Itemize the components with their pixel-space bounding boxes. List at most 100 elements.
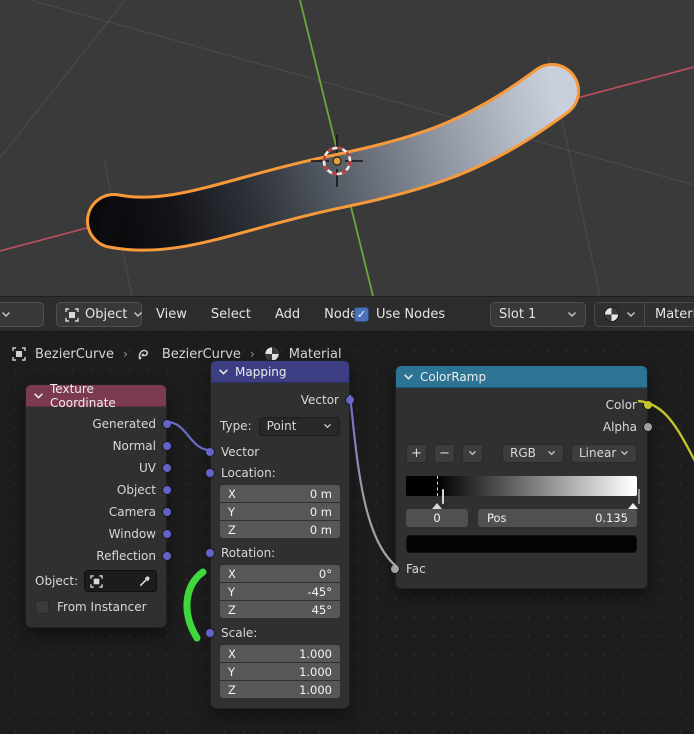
output-uv: UV <box>26 457 172 479</box>
output-window: Window <box>26 523 172 545</box>
editor-type-dropdown[interactable] <box>0 302 44 327</box>
output-color: Color <box>396 394 653 416</box>
location-z[interactable]: Z0 m <box>220 521 340 538</box>
rotation-y[interactable]: Y -45° <box>220 583 340 600</box>
socket-normal[interactable] <box>162 441 172 451</box>
socket-generated[interactable] <box>162 419 172 429</box>
use-nodes-checkbox[interactable]: ✓ <box>354 307 369 322</box>
socket-color-out[interactable] <box>643 400 653 410</box>
breadcrumb-object: BezierCurve <box>35 346 115 362</box>
socket-camera[interactable] <box>162 507 172 517</box>
ramp-options-dropdown[interactable] <box>462 443 483 463</box>
blender-window: Object View Select Add Node ✓ Use Nodes … <box>0 0 694 734</box>
use-nodes-label: Use Nodes <box>376 307 446 322</box>
node-mapping[interactable]: Mapping Vector Type: Point Vector Locati… <box>205 360 355 709</box>
floor-grid <box>0 0 694 296</box>
chevron-down-icon <box>323 423 332 429</box>
socket-reflection[interactable] <box>162 551 172 561</box>
bezier-tube-object[interactable] <box>86 63 580 252</box>
output-reflection: Reflection <box>26 545 172 567</box>
object-mode-label: Object <box>85 307 128 322</box>
add-stop-button[interactable]: + <box>406 443 427 463</box>
object-icon <box>12 347 26 361</box>
chevron-down-icon[interactable] <box>218 368 229 376</box>
socket-uv[interactable] <box>162 463 172 473</box>
eyedropper-icon[interactable] <box>138 575 151 588</box>
ramp-stop-white[interactable] <box>628 489 641 509</box>
remove-stop-button[interactable]: − <box>434 443 455 463</box>
input-location: Location: <box>205 463 349 483</box>
slot-label: Slot 1 <box>499 307 537 322</box>
viewport-3d[interactable] <box>0 0 694 296</box>
socket-object[interactable] <box>162 485 172 495</box>
rotation-z[interactable]: Z 45° <box>220 601 340 618</box>
socket-vector-out[interactable] <box>345 395 355 405</box>
socket-fac-in[interactable] <box>390 564 400 574</box>
menu-view[interactable]: View <box>152 302 191 327</box>
chevron-down-icon <box>620 450 629 456</box>
node-texture-coordinate[interactable]: Texture Coordinate Generated Normal UV O… <box>25 381 172 628</box>
socket-alpha-out[interactable] <box>643 422 653 432</box>
output-object: Object <box>26 479 172 501</box>
socket-rotation[interactable] <box>205 548 215 558</box>
scale-z[interactable]: Z 1.000 <box>220 681 340 698</box>
input-vector: Vector <box>205 441 349 463</box>
output-alpha: Alpha <box>396 416 653 438</box>
position-slider[interactable]: Pos 0.135 <box>478 509 637 527</box>
menu-select[interactable]: Select <box>207 302 255 327</box>
location-x[interactable]: X0 m <box>220 485 340 502</box>
chevron-down-icon[interactable] <box>33 392 44 400</box>
link-generated-to-vector <box>166 420 211 452</box>
output-camera: Camera <box>26 501 172 523</box>
ramp-stop-black[interactable] <box>431 489 444 509</box>
chevron-down-icon <box>547 450 556 456</box>
active-index-field[interactable]: 0 <box>406 509 468 527</box>
output-generated: Generated <box>26 413 172 435</box>
node-title: Texture Coordinate <box>50 381 116 410</box>
input-scale: Scale: <box>205 623 349 643</box>
material-name-field[interactable]: Material <box>645 302 694 327</box>
color-mode-value: RGB <box>510 446 536 460</box>
breadcrumb-separator: › <box>249 347 255 361</box>
scale-values: X 1.000 Y 1.000 Z 1.000 <box>220 645 340 698</box>
annotation-stroke-green <box>183 568 207 642</box>
location-y[interactable]: Y0 m <box>220 503 340 520</box>
node-header-colorramp[interactable]: ColorRamp <box>396 366 647 388</box>
pos-value: 0.135 <box>595 511 628 525</box>
scale-y[interactable]: Y 1.000 <box>220 663 340 680</box>
node-colorramp[interactable]: ColorRamp Color Alpha + − RGB Linear 0 P… <box>390 365 653 589</box>
link-vector-to-fac <box>348 394 398 568</box>
curve-data-icon <box>137 346 153 362</box>
shader-editor-header: Object View Select Add Node ✓ Use Nodes … <box>0 296 694 332</box>
type-dropdown[interactable]: Point <box>258 416 340 436</box>
output-normal: Normal <box>26 435 172 457</box>
gradient-ramp-bar[interactable] <box>406 476 641 509</box>
node-header-texture-coordinate[interactable]: Texture Coordinate <box>26 381 166 410</box>
socket-scale[interactable] <box>205 628 215 638</box>
rotation-x[interactable]: X 0° <box>220 565 340 582</box>
object-mode-dropdown[interactable]: Object <box>56 302 143 327</box>
input-rotation: Rotation: <box>205 543 349 563</box>
scale-x[interactable]: X 1.000 <box>220 645 340 662</box>
socket-vector-in[interactable] <box>205 447 215 457</box>
pos-label: Pos <box>487 511 507 525</box>
location-values: X0 m Y0 m Z0 m <box>220 485 340 538</box>
slot-dropdown[interactable]: Slot 1 <box>490 302 586 327</box>
socket-location[interactable] <box>205 468 215 478</box>
from-instancer-label: From Instancer <box>57 600 147 614</box>
chevron-down-icon <box>1 311 11 318</box>
interpolation-dropdown[interactable]: Linear <box>571 443 637 463</box>
socket-window[interactable] <box>162 529 172 539</box>
node-editor-canvas[interactable]: BezierCurve › BezierCurve › Material Tex… <box>0 333 694 734</box>
chevron-down-icon[interactable] <box>403 373 414 381</box>
object-icon <box>65 307 79 322</box>
menu-add[interactable]: Add <box>271 302 304 327</box>
type-value: Point <box>266 419 297 433</box>
from-instancer-checkbox[interactable] <box>35 600 49 614</box>
material-browse-dropdown[interactable] <box>594 302 645 327</box>
output-vector: Vector <box>211 389 355 411</box>
object-picker-field[interactable] <box>84 570 157 592</box>
color-mode-dropdown[interactable]: RGB <box>502 443 564 463</box>
active-stop-color-swatch[interactable] <box>406 535 637 553</box>
node-header-mapping[interactable]: Mapping <box>211 361 349 383</box>
